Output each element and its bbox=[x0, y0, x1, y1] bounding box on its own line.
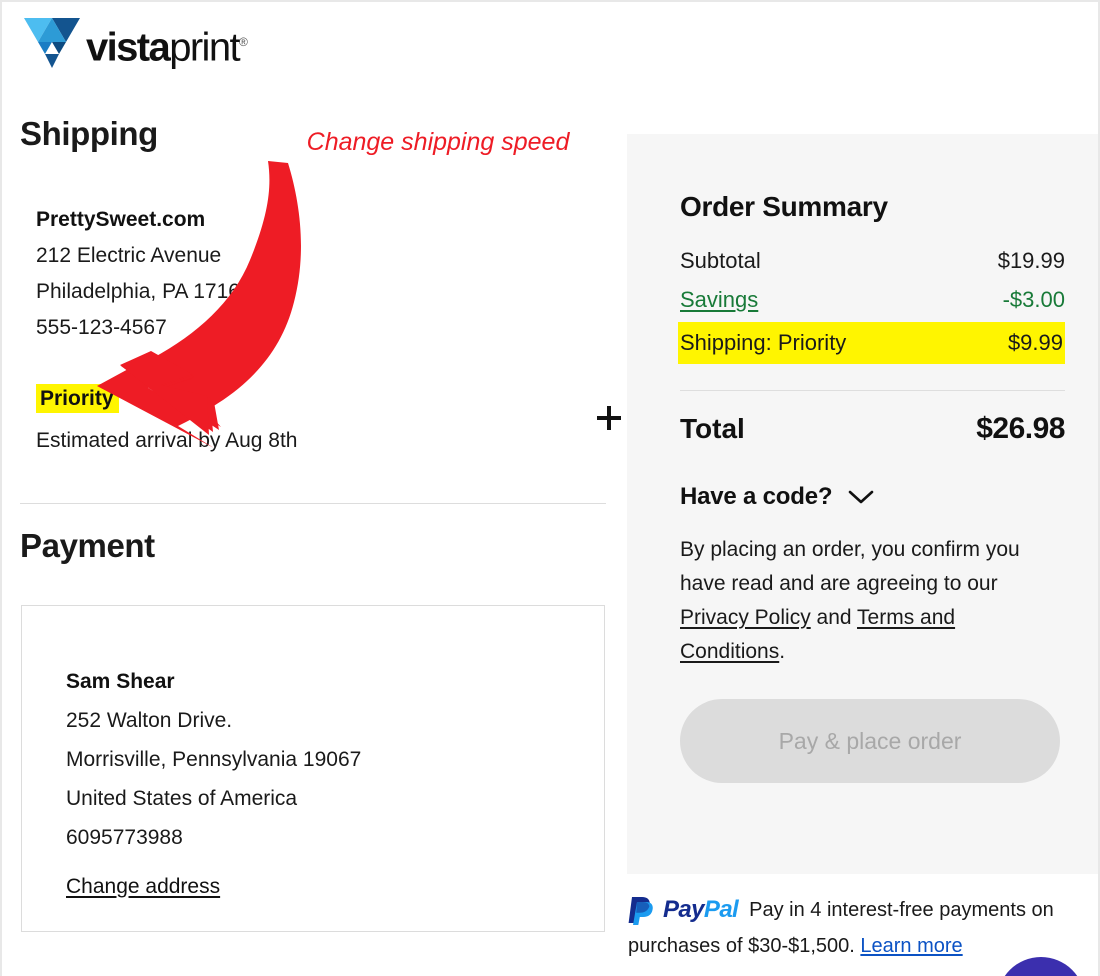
shipping-section-title: Shipping bbox=[20, 115, 158, 152]
subtotal-label: Subtotal bbox=[680, 248, 761, 273]
billing-street: 252 Walton Drive. bbox=[66, 709, 233, 732]
total-value: $26.98 bbox=[976, 412, 1065, 445]
order-summary-content: Order Summary Subtotal $19.99 Savings -$… bbox=[678, 189, 1065, 783]
chevron-down-icon bbox=[849, 490, 874, 504]
savings-value: -$3.00 bbox=[1002, 287, 1065, 312]
shipping-address-block: PrettySweet.com 212 Electric Avenue Phil… bbox=[36, 202, 556, 346]
paypal-banner-line-2: purchases of $30-$1,500. Learn more bbox=[628, 933, 1090, 959]
checkout-left-column: Shipping PrettySweet.com 212 Electric Av… bbox=[20, 114, 621, 932]
section-divider bbox=[20, 503, 606, 504]
payment-section-title: Payment bbox=[20, 527, 155, 564]
shipping-phone: 555-123-4567 bbox=[36, 316, 167, 339]
shipping-speed-label: Priority bbox=[36, 384, 119, 413]
shipping-address-line-1: 212 Electric Avenue bbox=[36, 244, 222, 267]
pay-and-place-order-button[interactable]: Pay & place order bbox=[680, 699, 1060, 783]
shipping-speed-row[interactable]: Priority bbox=[36, 384, 119, 413]
paypal-learn-more-link[interactable]: Learn more bbox=[860, 935, 962, 957]
paypal-promo-banner: PayPal Pay in 4 interest-free payments o… bbox=[628, 895, 1090, 959]
subtotal-value: $19.99 bbox=[997, 248, 1065, 273]
legal-text-after: . bbox=[779, 640, 786, 663]
plus-icon[interactable] bbox=[593, 402, 625, 434]
order-summary-title: Order Summary bbox=[680, 191, 888, 222]
have-a-code-toggle[interactable]: Have a code? bbox=[680, 483, 1065, 511]
shipping-cost-value: $9.99 bbox=[1007, 330, 1063, 355]
order-summary-panel: Order Summary Subtotal $19.99 Savings -$… bbox=[627, 134, 1098, 874]
shipping-eta: Estimated arrival by Aug 8th bbox=[36, 429, 298, 452]
page-header: vistaprint® bbox=[2, 2, 1098, 90]
summary-row-shipping: Shipping: Priority $9.99 bbox=[678, 322, 1065, 364]
billing-city-state-zip: Morrisville, Pennsylvania 19067 bbox=[66, 748, 362, 771]
paypal-promo-text-line-2: purchases of $30-$1,500. bbox=[628, 935, 861, 957]
billing-address-content: Sam Shear 252 Walton Drive. Morrisville,… bbox=[66, 662, 361, 899]
paypal-word-pay: Pay bbox=[663, 896, 705, 923]
summary-divider bbox=[680, 390, 1065, 391]
privacy-policy-link[interactable]: Privacy Policy bbox=[680, 606, 811, 629]
billing-address-card: Sam Shear 252 Walton Drive. Morrisville,… bbox=[21, 605, 605, 932]
chat-bubble-icon[interactable] bbox=[997, 957, 1085, 976]
savings-label[interactable]: Savings bbox=[680, 280, 758, 319]
legal-text-between: and bbox=[810, 606, 858, 629]
summary-row-total: Total $26.98 bbox=[680, 409, 1065, 448]
logo-word-thin: print bbox=[169, 25, 240, 70]
paypal-promo-text-line-1: Pay in 4 interest-free payments on bbox=[749, 899, 1054, 921]
vistaprint-v-logo-icon bbox=[24, 18, 80, 68]
shipping-address-line-2: Philadelphia, PA 17163 bbox=[36, 280, 252, 303]
summary-row-savings[interactable]: Savings -$3.00 bbox=[680, 280, 1065, 319]
vistaprint-wordmark: vistaprint® bbox=[86, 18, 248, 71]
paypal-word-pal: Pal bbox=[703, 896, 739, 923]
legal-text-before: By placing an order, you confirm you hav… bbox=[680, 538, 1020, 595]
paypal-banner-line-1: PayPal Pay in 4 interest-free payments o… bbox=[628, 895, 1090, 925]
shipping-cost-label: Shipping: Priority bbox=[680, 330, 847, 355]
paypal-logo-icon bbox=[628, 897, 653, 925]
checkout-page: vistaprint® Shipping PrettySweet.com 212… bbox=[0, 0, 1100, 976]
logo-word-bold: vista bbox=[86, 25, 171, 70]
billing-phone: 6095773988 bbox=[66, 826, 183, 849]
registered-mark: ® bbox=[239, 35, 248, 49]
have-a-code-label: Have a code? bbox=[680, 483, 833, 510]
shipping-recipient: PrettySweet.com bbox=[36, 208, 206, 231]
vistaprint-logo[interactable]: vistaprint® bbox=[24, 18, 248, 71]
legal-disclaimer: By placing an order, you confirm you hav… bbox=[680, 533, 1052, 669]
summary-row-subtotal: Subtotal $19.99 bbox=[680, 241, 1065, 280]
change-address-link[interactable]: Change address bbox=[66, 875, 220, 899]
total-label: Total bbox=[680, 413, 745, 444]
billing-name: Sam Shear bbox=[66, 670, 175, 693]
billing-country: United States of America bbox=[66, 787, 298, 810]
paypal-wordmark: PayPal bbox=[663, 896, 739, 923]
